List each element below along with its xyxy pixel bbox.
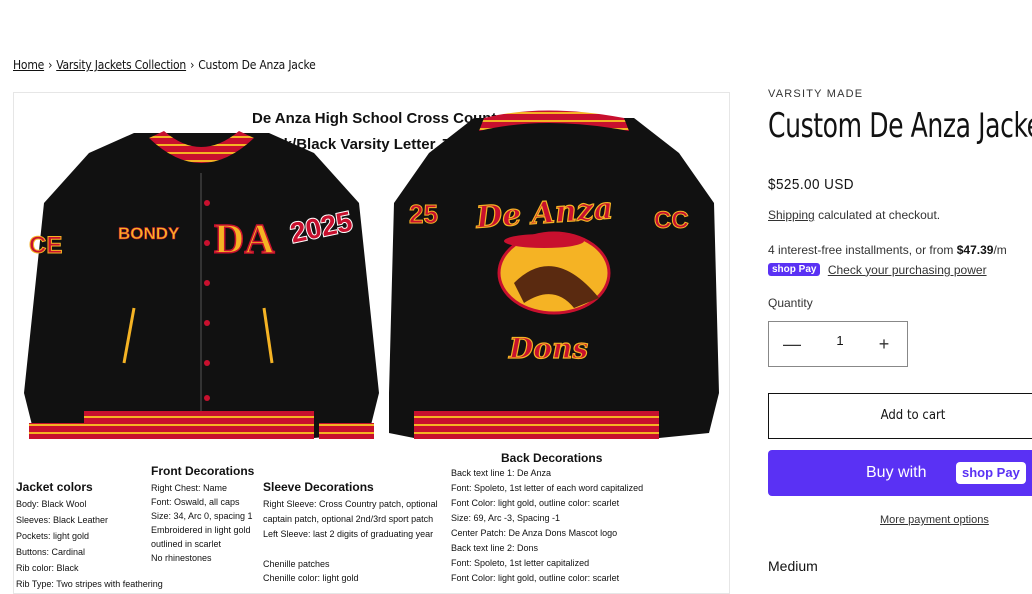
product-title: Custom De Anza Jacke [768,106,1032,146]
quantity-decrease-button[interactable]: — [769,322,815,366]
more-payment-options-link[interactable]: More payment options [880,514,989,526]
colors-line: Rib color: Black [16,563,79,573]
back-line: Font: Spoleto, 1st letter capitalized [451,558,589,568]
breadcrumb-separator: › [48,58,53,72]
back-line: Size: 69, Arc -3, Spacing -1 [451,513,560,523]
breadcrumb-collection-link[interactable]: Varsity Jackets Collection [56,58,186,72]
breadcrumb-home-link[interactable]: Home [13,58,44,72]
shipping-link[interactable]: Shipping [768,208,815,222]
sleeve-line: captain patch, optional 2nd/3rd sport pa… [263,514,433,524]
back-line: Font Color: light gold, outline color: s… [451,573,620,583]
sleeve-line: Chenille color: light gold [263,573,359,583]
installments-text: 4 interest-free installments, or from $4… [768,243,1007,257]
shoppay-pill-icon: shop Pay [956,462,1026,484]
product-info: VARSITY MADE Custom De Anza Jacke $525.0… [768,88,1032,574]
buy-with-shoppay-button[interactable]: Buy with shop Pay [768,450,1032,496]
installments-amount: $47.39 [956,243,994,257]
shoppay-row: shop Pay Check your purchasing power [768,262,987,277]
spec-text: Front Decorations Right Chest: Name Font… [16,451,643,589]
front-jacket: BONDY DA 2025 CE [24,131,379,439]
product-image[interactable]: De Anza High School Cross Country Black/… [13,92,730,594]
product-price: $525.00 USD [768,176,855,193]
colors-line: Rib Type: Two stripes with feathering [16,579,163,589]
back-decorations-title: Back Decorations [501,451,603,465]
chest-letters-text: DA [214,217,275,263]
tax-note-text: calculated at checkout. [818,208,941,222]
quantity-input[interactable] [815,332,865,349]
back-line: Font Color: light gold, outline color: s… [451,498,620,508]
front-line: Embroidered in light gold [151,525,251,535]
sleeve-line: Left Sleeve: last 2 digits of graduating… [263,529,433,539]
quantity-label: Quantity [768,296,813,310]
jacket-colors-title: Jacket colors [16,480,93,494]
tax-note: Shipping calculated at checkout. [768,208,940,222]
colors-line: Pockets: light gold [16,531,89,541]
colors-line: Body: Black Wool [16,499,86,509]
breadcrumb-separator: › [190,58,195,72]
front-left-sleeve-patch: CE [29,232,62,259]
back-jacket: De Anza Dons 25 CC [389,110,719,439]
chest-name-text: BONDY [118,224,180,243]
installments-suffix: /m [993,243,1007,257]
breadcrumb: Home › Varsity Jackets Collection › Custom D… [13,58,316,72]
sleeve-decorations-title: Sleeve Decorations [263,480,374,494]
sleeve-line: Right Sleeve: Cross Country patch, optio… [263,499,438,509]
back-right-sleeve-patch: CC [654,207,689,234]
back-sleeve-year-partial: 25 [409,199,438,229]
front-line: Right Chest: Name [151,483,227,493]
quantity-stepper: — + [768,321,908,367]
product-vendor: VARSITY MADE [768,88,864,100]
front-line: Font: Oswald, all caps [151,497,240,507]
selected-variant: Medium [768,558,818,574]
breadcrumb-current: Custom De Anza Jacke [198,58,316,72]
back-line: Font: Spoleto, 1st letter of each word c… [451,483,643,493]
colors-line: Buttons: Cardinal [16,547,85,557]
back-line: Center Patch: De Anza Dons Mascot logo [451,528,617,538]
installments-prefix: 4 interest-free installments, or from [768,243,954,257]
mascot-logo [497,231,611,315]
colors-line: Sleeves: Black Leather [16,515,108,525]
front-decorations-title: Front Decorations [151,464,255,478]
buy-with-label: Buy with [866,464,927,481]
front-line: Size: 34, Arc 0, spacing 1 [151,511,253,521]
back-line: Back text line 1: De Anza [451,468,551,478]
sleeve-line: Chenille patches [263,559,330,569]
shoppay-logo-icon: shop Pay [768,263,821,277]
front-line: outlined in scarlet [151,539,222,549]
quantity-increase-button[interactable]: + [861,322,907,366]
jacket-illustration: De Anza High School Cross Country Black/… [16,110,719,589]
check-purchasing-power-link[interactable]: Check your purchasing power [828,263,987,277]
add-to-cart-button[interactable]: Add to cart [768,393,1032,439]
front-line: No rhinestones [151,553,212,563]
back-line: Back text line 2: Dons [451,543,539,553]
back-script-bottom: Dons [508,332,588,365]
